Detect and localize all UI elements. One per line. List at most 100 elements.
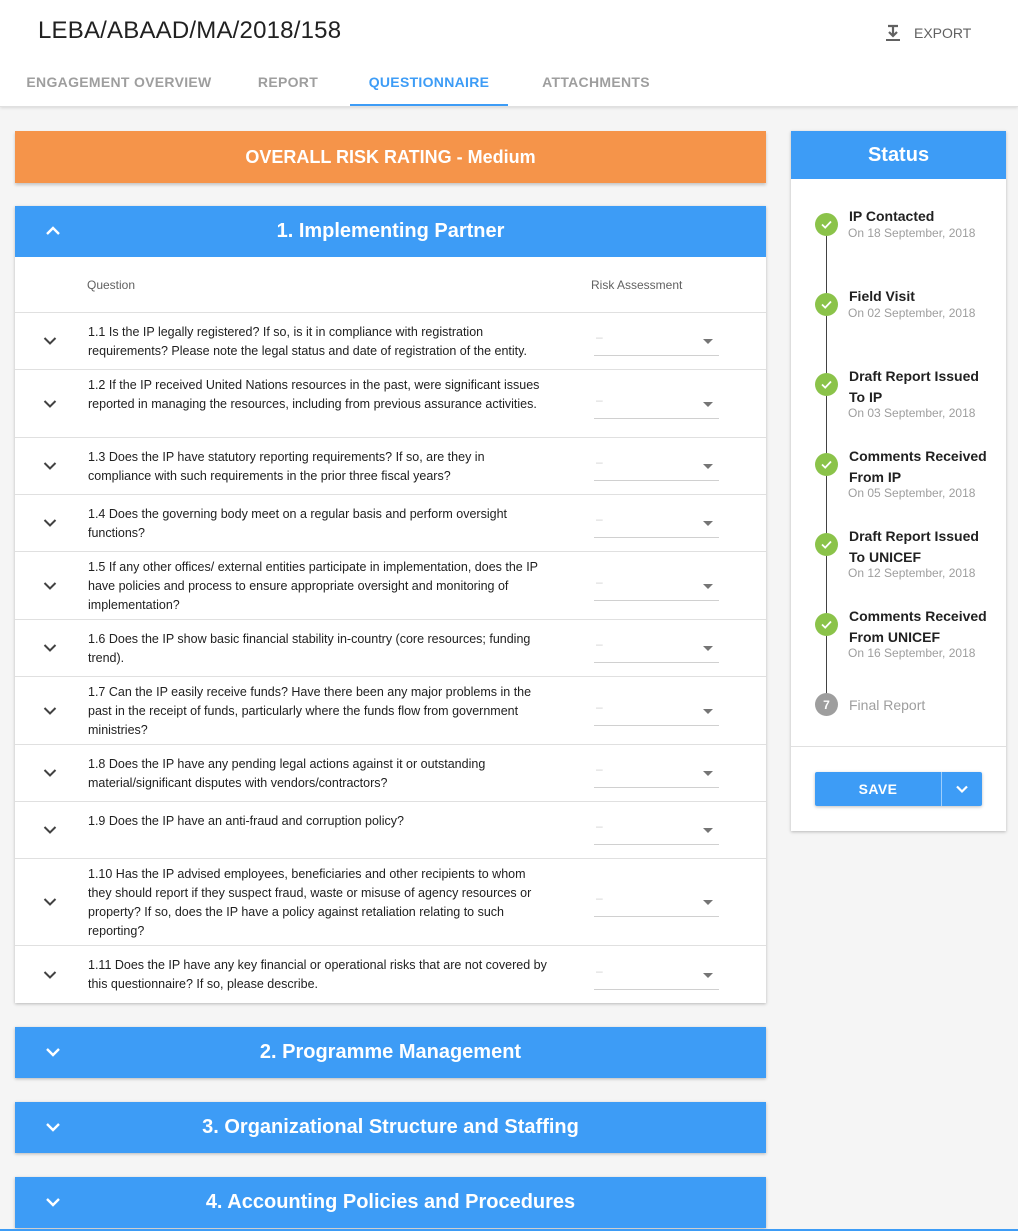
chevron-down-icon[interactable] [45, 1044, 61, 1060]
question-text: 1.5 If any other offices/ external entit… [88, 560, 538, 612]
risk-assessment-select[interactable]: – [594, 758, 719, 788]
chevron-down-icon[interactable] [43, 643, 57, 653]
overall-risk-rating-banner: OVERALL RISK RATING - Medium [15, 131, 766, 183]
chevron-down-icon[interactable] [43, 825, 57, 835]
chevron-down-icon[interactable] [43, 518, 57, 528]
save-options-button[interactable] [941, 772, 982, 806]
risk-assessment-value: – [596, 455, 603, 469]
question-text: 1.6 Does the IP show basic financial sta… [88, 632, 531, 665]
question-text: 1.3 Does the IP have statutory reporting… [88, 450, 485, 483]
section-title: 3. Organizational Structure and Staffing [202, 1116, 579, 1138]
status-step-date: On 12 September, 2018 [848, 566, 976, 580]
section-header[interactable]: 4. Accounting Policies and Procedures [15, 1177, 766, 1228]
download-icon [886, 24, 900, 41]
status-step-title: Comments Received From UNICEF [849, 608, 987, 645]
risk-assessment-select[interactable]: – [594, 389, 719, 419]
question-row: 1.2 If the IP received United Nations re… [15, 370, 766, 438]
section-accounting-policies: 4. Accounting Policies and Procedures [15, 1177, 766, 1228]
chevron-down-icon[interactable] [43, 970, 57, 980]
question-text: 1.2 If the IP received United Nations re… [88, 378, 540, 411]
column-header-question: Question [87, 278, 136, 292]
section-organizational-structure: 3. Organizational Structure and Staffing [15, 1102, 766, 1153]
check-icon [815, 613, 838, 636]
question-row: 1.10 Has the IP advised employees, benef… [15, 859, 766, 946]
question-row: 1.5 If any other offices/ external entit… [15, 552, 766, 620]
tab-report[interactable]: REPORT [219, 58, 357, 106]
section-header[interactable]: 1. Implementing Partner [15, 206, 766, 257]
dropdown-arrow-icon [703, 401, 713, 407]
save-button-group: SAVE [815, 772, 982, 806]
chevron-down-icon[interactable] [43, 768, 57, 778]
risk-assessment-value: – [596, 637, 603, 651]
check-icon [815, 373, 838, 396]
dropdown-arrow-icon [703, 771, 713, 776]
risk-assessment-select[interactable]: – [594, 696, 719, 726]
tab-bar: ENGAGEMENT OVERVIEW REPORT QUESTIONNAIRE… [19, 58, 684, 106]
risk-assessment-value: – [596, 819, 603, 833]
chevron-down-icon[interactable] [45, 1194, 61, 1210]
chevron-down-icon[interactable] [43, 706, 57, 716]
question-text: 1.8 Does the IP have any pending legal a… [88, 757, 486, 790]
dropdown-arrow-icon [703, 646, 713, 651]
dropdown-arrow-icon [703, 828, 713, 833]
section-programme-management: 2. Programme Management [15, 1027, 766, 1078]
section-header[interactable]: 2. Programme Management [15, 1027, 766, 1078]
risk-assessment-value: – [596, 330, 603, 344]
status-step-title: Comments Received From IP [849, 448, 987, 485]
page-header: LEBA/ABAAD/MA/2018/158 EXPORT ENGAGEMENT… [0, 0, 1018, 107]
section-header[interactable]: 3. Organizational Structure and Staffing [15, 1102, 766, 1153]
risk-assessment-select[interactable]: – [594, 571, 719, 601]
tab-attachments[interactable]: ATTACHMENTS [508, 58, 684, 106]
status-step-title: Draft Report Issued To IP [849, 368, 979, 405]
section-title: 4. Accounting Policies and Procedures [205, 1191, 576, 1213]
check-icon [815, 453, 838, 476]
chevron-down-icon [956, 785, 968, 794]
page-title: LEBA/ABAAD/MA/2018/158 [38, 17, 342, 44]
status-step-title: Final Report [849, 697, 926, 713]
chevron-down-icon[interactable] [43, 897, 57, 907]
tab-engagement-overview[interactable]: ENGAGEMENT OVERVIEW [19, 58, 219, 106]
chevron-down-icon[interactable] [43, 581, 57, 591]
question-text: 1.11 Does the IP have any key financial … [88, 958, 547, 991]
chevron-down-icon[interactable] [45, 1119, 61, 1135]
question-list: 1.1 Is the IP legally registered? If so,… [15, 313, 766, 1003]
risk-assessment-select[interactable]: – [594, 633, 719, 663]
dropdown-arrow-icon [703, 339, 713, 344]
chevron-up-icon[interactable] [45, 223, 61, 239]
dropdown-arrow-icon [703, 708, 713, 714]
risk-assessment-select[interactable]: – [594, 960, 719, 990]
dropdown-arrow-icon [703, 972, 713, 978]
risk-assessment-select[interactable]: – [594, 815, 719, 845]
export-label: EXPORT [914, 25, 972, 41]
question-text: 1.10 Has the IP advised employees, benef… [88, 867, 532, 938]
question-row: 1.6 Does the IP show basic financial sta… [15, 620, 766, 677]
risk-assessment-select[interactable]: – [594, 887, 719, 917]
risk-assessment-value: – [596, 963, 603, 978]
risk-assessment-value: – [596, 699, 603, 714]
question-text: 1.9 Does the IP have an anti-fraud and c… [88, 814, 404, 828]
dropdown-arrow-icon [703, 583, 713, 589]
chevron-down-icon[interactable] [43, 461, 57, 471]
risk-assessment-select[interactable]: – [594, 508, 719, 538]
section-title: 2. Programme Management [259, 1041, 522, 1063]
question-row: 1.7 Can the IP easily receive funds? Hav… [15, 677, 766, 745]
question-text: 1.1 Is the IP legally registered? If so,… [88, 325, 527, 358]
status-timeline: IP Contacted On 18 September, 2018 Field V… [791, 179, 1006, 747]
section-implementing-partner: 1. Implementing Partner Question Risk As… [15, 206, 766, 1003]
export-button[interactable]: EXPORT [884, 24, 971, 42]
chevron-down-icon[interactable] [43, 399, 57, 409]
risk-assessment-value: – [596, 512, 603, 526]
dropdown-arrow-icon [703, 521, 713, 526]
risk-assessment-value: – [596, 392, 603, 407]
status-step-date: On 05 September, 2018 [848, 486, 976, 500]
risk-assessment-select[interactable]: – [594, 451, 719, 481]
status-step-title: Draft Report Issued To UNICEF [849, 528, 979, 565]
status-step-title: IP Contacted [849, 208, 935, 224]
chevron-down-icon[interactable] [43, 336, 57, 346]
status-step-date: On 18 September, 2018 [848, 226, 976, 240]
question-row: 1.4 Does the governing body meet on a re… [15, 495, 766, 552]
save-button[interactable]: SAVE [815, 772, 941, 806]
question-text: 1.4 Does the governing body meet on a re… [88, 507, 507, 540]
risk-assessment-select[interactable]: – [594, 326, 719, 356]
tab-questionnaire[interactable]: QUESTIONNAIRE [350, 58, 508, 106]
